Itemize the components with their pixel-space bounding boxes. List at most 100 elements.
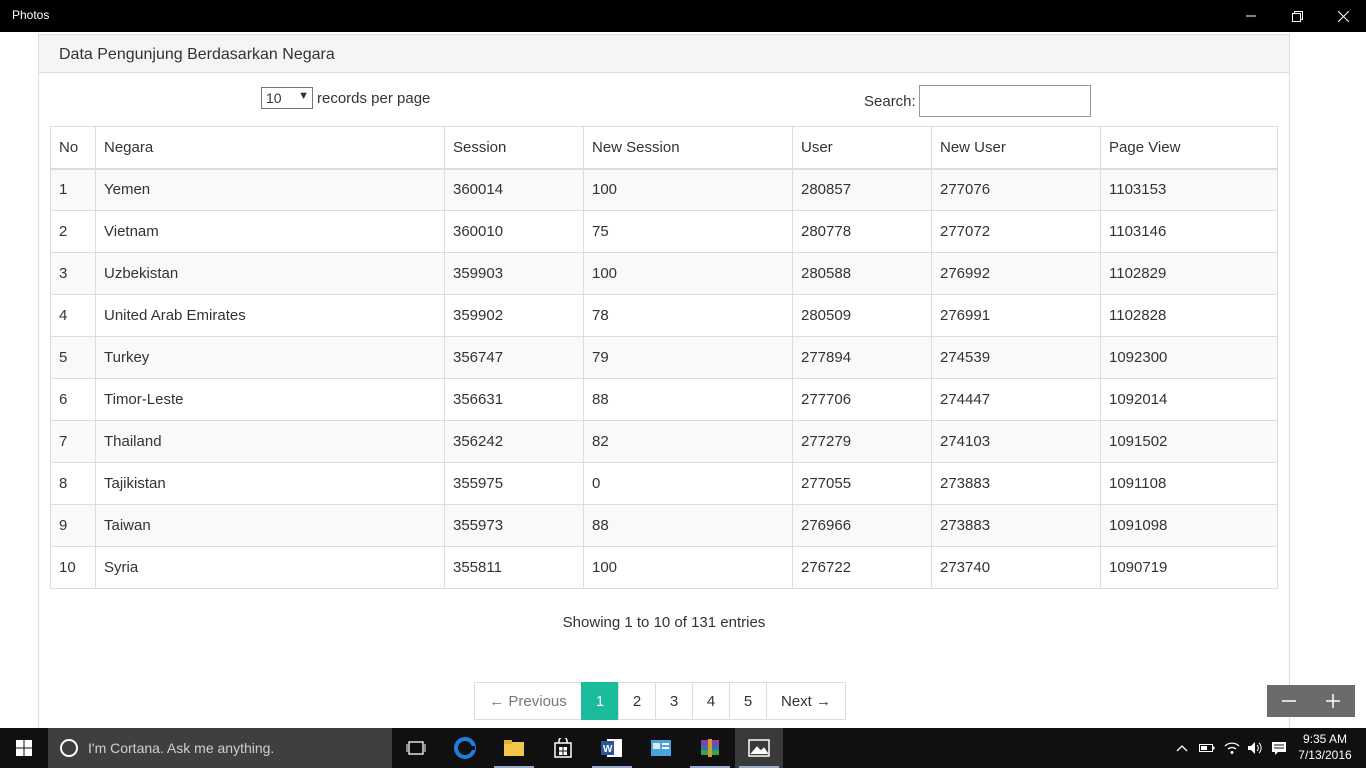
cell-session: 356242 xyxy=(444,420,584,463)
column-header-no[interactable]: No xyxy=(50,126,96,170)
page-button-1[interactable]: 1 xyxy=(581,682,619,720)
task-view-button[interactable] xyxy=(392,728,440,768)
cell-session: 359903 xyxy=(444,252,584,295)
records-per-page-select[interactable]: 10 ▼ xyxy=(261,87,313,109)
cell-new-user: 274447 xyxy=(931,378,1101,421)
word-icon: W xyxy=(601,739,622,757)
taskbar-word[interactable]: W xyxy=(588,728,636,768)
table-row: 7 Thailand 356242 82 277279 274103 10915… xyxy=(50,420,1278,463)
archive-icon xyxy=(701,739,719,757)
cell-negara: Timor-Leste xyxy=(95,378,445,421)
close-button[interactable] xyxy=(1320,0,1366,32)
cell-new-session: 100 xyxy=(583,252,793,295)
page-button-5[interactable]: 5 xyxy=(729,682,767,720)
cortana-search-box[interactable]: I'm Cortana. Ask me anything. xyxy=(48,728,392,768)
minimize-icon xyxy=(1246,15,1256,17)
search-label: Search: xyxy=(864,92,916,110)
table-header-row: No Negara Session New Session User New U… xyxy=(50,126,1278,170)
battery-button[interactable] xyxy=(1195,728,1219,768)
restore-icon xyxy=(1291,10,1303,22)
wifi-icon xyxy=(1224,742,1240,754)
page-button-4[interactable]: 4 xyxy=(692,682,730,720)
cell-session: 359902 xyxy=(444,294,584,337)
cell-negara: Vietnam xyxy=(95,210,445,253)
cell-session: 360010 xyxy=(444,210,584,253)
records-per-page-label: records per page xyxy=(317,89,431,107)
table-row: 2 Vietnam 360010 75 280778 277072 110314… xyxy=(50,210,1278,253)
clock-date: 7/13/2016 xyxy=(1298,748,1352,762)
page-button-2[interactable]: 2 xyxy=(618,682,656,720)
cell-page-view: 1102828 xyxy=(1100,294,1278,337)
volume-button[interactable] xyxy=(1243,728,1267,768)
cell-new-session: 0 xyxy=(583,462,793,505)
cell-new-user: 273883 xyxy=(931,462,1101,505)
cell-user: 277279 xyxy=(792,420,932,463)
cell-session: 356747 xyxy=(444,336,584,379)
cell-new-user: 274103 xyxy=(931,420,1101,463)
cell-negara: Yemen xyxy=(95,168,445,211)
clock-time: 9:35 AM xyxy=(1302,732,1348,746)
cell-new-session: 100 xyxy=(583,546,793,589)
search-input[interactable] xyxy=(918,85,1091,117)
cell-new-user: 276992 xyxy=(931,252,1101,295)
notification-icon xyxy=(1272,742,1286,755)
start-button[interactable] xyxy=(0,728,48,768)
cell-new-user: 277072 xyxy=(931,210,1101,253)
cell-page-view: 1103146 xyxy=(1100,210,1278,253)
network-button[interactable] xyxy=(1220,728,1244,768)
taskbar-winrar[interactable] xyxy=(686,728,734,768)
cell-user: 277706 xyxy=(792,378,932,421)
show-hidden-icons-button[interactable] xyxy=(1170,728,1194,768)
column-header-new-session[interactable]: New Session xyxy=(583,126,793,170)
taskbar-edge[interactable] xyxy=(441,728,489,768)
taskbar-store[interactable] xyxy=(539,728,587,768)
cell-negara: United Arab Emirates xyxy=(95,294,445,337)
cell-page-view: 1092300 xyxy=(1100,336,1278,379)
column-header-user[interactable]: User xyxy=(792,126,932,170)
folder-icon xyxy=(504,740,524,756)
cell-user: 276966 xyxy=(792,504,932,547)
restore-button[interactable] xyxy=(1274,0,1320,32)
cell-no: 5 xyxy=(50,336,96,379)
page-button-3[interactable]: 3 xyxy=(655,682,693,720)
cell-negara: Syria xyxy=(95,546,445,589)
cell-user: 277894 xyxy=(792,336,932,379)
cell-page-view: 1092014 xyxy=(1100,378,1278,421)
cell-no: 3 xyxy=(50,252,96,295)
next-page-button[interactable]: Next → xyxy=(766,682,846,720)
taskbar-control-panel[interactable] xyxy=(637,728,685,768)
minimize-button[interactable] xyxy=(1228,0,1274,32)
search-control: Search: xyxy=(864,85,1091,117)
zoom-in-button[interactable] xyxy=(1311,685,1355,717)
cell-page-view: 1091108 xyxy=(1100,462,1278,505)
taskbar-file-explorer[interactable] xyxy=(490,728,538,768)
column-header-page-view[interactable]: Page View xyxy=(1100,126,1278,170)
action-center-button[interactable] xyxy=(1267,728,1291,768)
zoom-out-button[interactable] xyxy=(1267,685,1311,717)
chevron-up-icon xyxy=(1176,745,1188,752)
window-title: Photos xyxy=(12,8,50,22)
previous-page-button[interactable]: ← Previous xyxy=(474,682,582,720)
column-header-negara[interactable]: Negara xyxy=(95,126,445,170)
cell-negara: Taiwan xyxy=(95,504,445,547)
cell-user: 280509 xyxy=(792,294,932,337)
cell-new-user: 274539 xyxy=(931,336,1101,379)
cell-user: 276722 xyxy=(792,546,932,589)
column-header-new-user[interactable]: New User xyxy=(931,126,1101,170)
cell-no: 9 xyxy=(50,504,96,547)
cell-negara: Turkey xyxy=(95,336,445,379)
cell-user: 277055 xyxy=(792,462,932,505)
table-row: 10 Syria 355811 100 276722 273740 109071… xyxy=(50,546,1278,589)
plus-icon xyxy=(1326,694,1340,708)
panel-heading: Data Pengunjung Berdasarkan Negara xyxy=(39,35,1289,73)
cell-page-view: 1102829 xyxy=(1100,252,1278,295)
column-header-session[interactable]: Session xyxy=(444,126,584,170)
country-data-table: No Negara Session New Session User New U… xyxy=(50,126,1278,589)
control-panel-icon xyxy=(651,740,671,756)
system-clock[interactable]: 9:35 AM 7/13/2016 xyxy=(1294,731,1356,763)
table-row: 6 Timor-Leste 356631 88 277706 274447 10… xyxy=(50,378,1278,421)
cell-negara: Tajikistan xyxy=(95,462,445,505)
cell-page-view: 1103153 xyxy=(1100,168,1278,211)
cell-new-user: 277076 xyxy=(931,168,1101,211)
taskbar-photos[interactable] xyxy=(735,728,783,768)
